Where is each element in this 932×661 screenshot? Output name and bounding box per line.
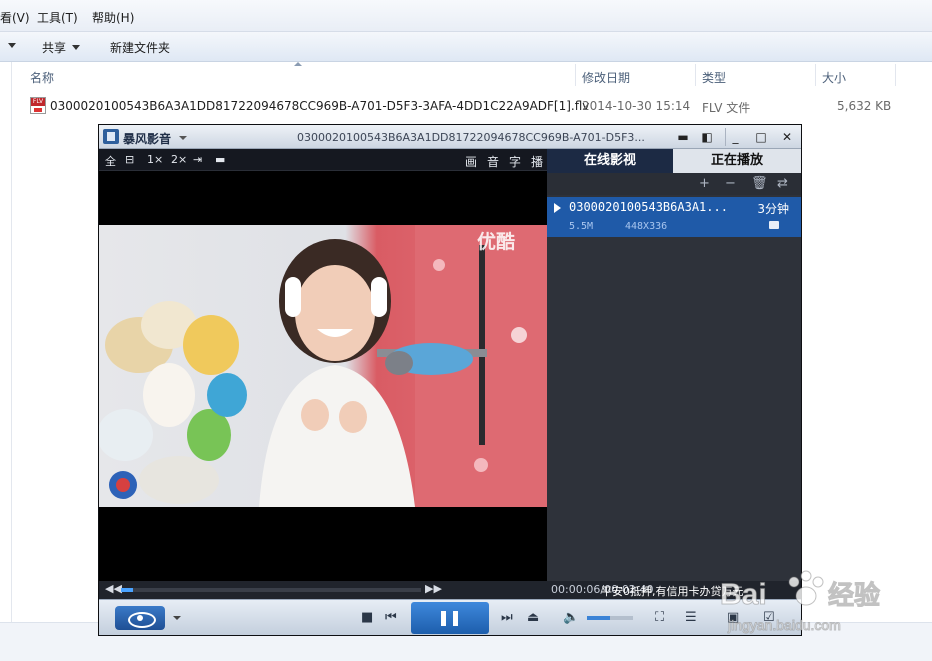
screen: 看(V) 工具(T) 帮助(H) 共享 新建文件夹 名称 修改日期 类型 大小 … — [0, 0, 932, 661]
screenshot-button[interactable]: ⛶ — [655, 610, 664, 625]
app-logo-icon — [103, 129, 119, 144]
playlist: 0300020100543B6A3A1... 3分钟 5.5M 448X336 — [547, 195, 801, 581]
seek-progress — [121, 588, 133, 592]
baidu-jingyan-watermark: Bai 经验 jingyan.baidu.com — [720, 570, 881, 634]
playing-indicator-icon — [554, 203, 561, 213]
explorer-toolbar: 共享 新建文件夹 — [0, 32, 932, 62]
sort-ascending-icon — [294, 62, 302, 66]
column-type[interactable]: 类型 — [702, 62, 726, 88]
chat-icon[interactable]: ▬ — [673, 128, 693, 146]
rewind-icon[interactable]: ◀◀ — [105, 582, 122, 595]
size-1x-button[interactable]: 1× — [147, 153, 163, 166]
audio-button[interactable]: 音 — [487, 153, 499, 170]
playlist-tabs: 在线影视 正在播放 — [547, 149, 801, 173]
explorer-menubar: 看(V) 工具(T) 帮助(H) — [0, 0, 932, 32]
column-divider[interactable] — [695, 64, 696, 86]
compact-mode-button[interactable]: ⊟ — [125, 153, 134, 166]
column-size[interactable]: 大小 — [822, 62, 846, 88]
widescreen-button[interactable]: ▬ — [215, 153, 225, 166]
share-button[interactable]: 共享 — [42, 39, 81, 56]
loop-mode-icon[interactable]: ⇄ — [777, 176, 788, 191]
flv-file-icon: FLV — [30, 97, 46, 114]
menu-tools[interactable]: 工具(T) — [37, 9, 78, 26]
volume-level — [587, 616, 610, 620]
youku-watermark: 优酷 — [477, 231, 516, 253]
maximize-button[interactable]: □ — [751, 128, 771, 146]
stop-button[interactable]: ■ — [361, 610, 373, 625]
volume-icon[interactable]: 🔈 — [563, 610, 579, 625]
svg-text:经验: 经验 — [828, 580, 880, 611]
video-area[interactable]: 优酷 — [99, 171, 547, 581]
open-folder-icon[interactable] — [769, 221, 779, 229]
tab-now-playing[interactable]: 正在播放 — [673, 149, 801, 173]
player-window: 暴风影音 0300020100543B6A3A1DD81722094678CC9… — [98, 124, 802, 636]
close-button[interactable]: ✕ — [777, 128, 797, 146]
previous-button[interactable]: ⏮ — [385, 610, 397, 625]
tab-online-video[interactable]: 在线影视 — [547, 149, 673, 173]
menu-view[interactable]: 看(V) — [0, 9, 30, 26]
playlist-toolbar: + − 🗑 ⇄ — [547, 173, 801, 195]
column-date[interactable]: 修改日期 — [582, 62, 630, 88]
playlist-item-resolution: 448X336 — [625, 221, 668, 232]
video-scene — [99, 225, 547, 507]
delete-icon[interactable]: 🗑 — [751, 176, 768, 191]
playlist-item-duration: 3分钟 — [757, 202, 789, 216]
svg-text:Bai: Bai — [720, 578, 767, 611]
file-size: 5,632 KB — [837, 99, 892, 113]
share-label: 共享 — [42, 41, 67, 55]
size-2x-button[interactable]: 2× — [171, 153, 187, 166]
app-name[interactable]: 暴风影音 — [123, 130, 171, 147]
column-divider[interactable] — [575, 64, 576, 86]
column-name[interactable]: 名称 — [30, 62, 54, 88]
playlist-item[interactable]: 0300020100543B6A3A1... 3分钟 5.5M 448X336 — [547, 197, 801, 237]
eye-protection-button[interactable] — [115, 606, 165, 630]
video-frame: 优酷 — [99, 225, 547, 507]
seek-track[interactable] — [121, 588, 421, 592]
svg-text:jingyan.baidu.com: jingyan.baidu.com — [727, 617, 841, 633]
player-controls: ■ ⏮ ⏭ ⏏ 🔈 ⛶ ☰ ▣ ☑ — [99, 599, 801, 635]
file-row[interactable]: FLV 0300020100543B6A3A1DD81722094678CC96… — [28, 96, 898, 116]
column-divider[interactable] — [815, 64, 816, 86]
eject-button[interactable]: ⏏ — [527, 610, 539, 625]
playlist-item-size: 5.5M — [569, 221, 594, 232]
minimize-button[interactable]: _ — [725, 128, 745, 146]
file-date: 2014-10-30 15:14 — [582, 99, 691, 113]
fullscreen-button[interactable]: 全 — [105, 153, 116, 169]
organize-caret-icon[interactable] — [2, 39, 16, 53]
video-toolbar: 全 ⊟ 1× 2× ⇥ ▬ 画 音 字 播 — [99, 149, 547, 171]
subtitle-button[interactable]: 字 — [509, 153, 521, 170]
fast-forward-icon[interactable]: ▶▶ — [425, 582, 442, 595]
playlist-item-name: 0300020100543B6A3A1... — [569, 200, 728, 214]
play-settings-button[interactable]: 播 — [531, 153, 543, 170]
new-folder-button[interactable]: 新建文件夹 — [110, 39, 170, 56]
player-title: 0300020100543B6A3A1DD81722094678CC969B-A… — [297, 131, 645, 144]
menu-help[interactable]: 帮助(H) — [92, 9, 134, 26]
player-title-bar[interactable]: 暴风影音 0300020100543B6A3A1DD81722094678CC9… — [99, 125, 801, 149]
file-name: 0300020100543B6A3A1DD81722094678CC969B-A… — [50, 99, 590, 113]
navigation-pane[interactable] — [0, 62, 12, 622]
picture-button[interactable]: 画 — [465, 153, 477, 170]
add-icon[interactable]: + — [699, 176, 710, 191]
pin-button[interactable]: ⇥ — [193, 153, 202, 166]
seek-bar[interactable]: ◀◀ ▶▶ — [99, 581, 547, 599]
pause-button[interactable] — [411, 602, 489, 634]
eye-menu-caret-icon[interactable] — [173, 616, 181, 620]
app-menu-caret-icon[interactable] — [179, 136, 187, 140]
next-button[interactable]: ⏭ — [501, 610, 513, 625]
skin-icon[interactable]: ◧ — [697, 128, 717, 146]
remove-icon[interactable]: − — [725, 176, 736, 191]
file-type: FLV 文件 — [702, 101, 751, 115]
playlist-toggle-button[interactable]: ☰ — [685, 610, 697, 625]
column-divider[interactable] — [895, 64, 896, 86]
